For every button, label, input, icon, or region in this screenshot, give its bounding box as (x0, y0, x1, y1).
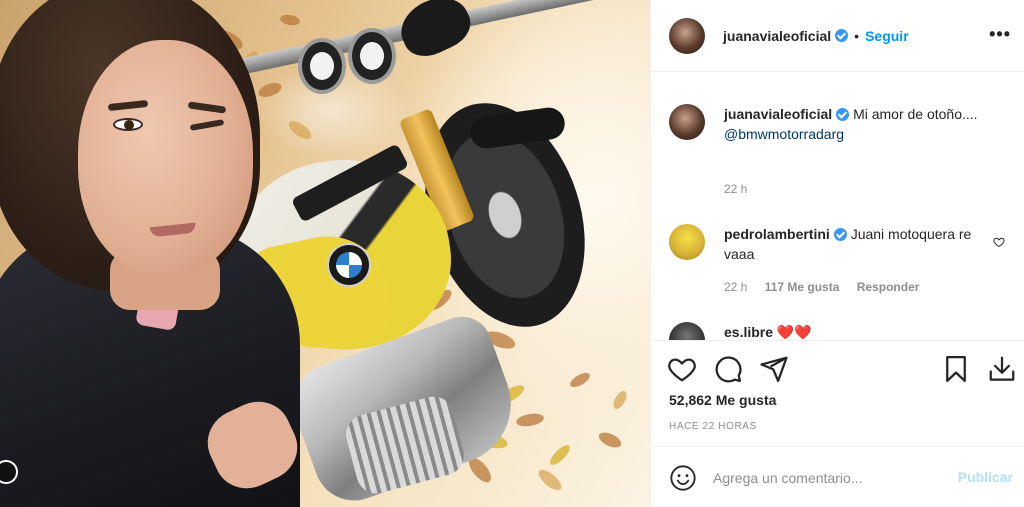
bookmark-icon[interactable] (941, 354, 971, 384)
caption-text: Mi amor de otoño.... (853, 106, 978, 122)
share-icon[interactable] (759, 354, 789, 384)
post-photo[interactable] (0, 0, 650, 507)
add-comment-bar: Publicar (651, 446, 1024, 507)
caption-avatar[interactable] (669, 104, 705, 140)
download-icon[interactable] (987, 354, 1017, 384)
emoji-icon[interactable] (669, 464, 697, 492)
comments-list[interactable]: juanavialeoficial Mi amor de otoño.... @… (651, 72, 1024, 340)
commenter-avatar[interactable] (669, 224, 705, 260)
post-actions: 52,862 Me gusta HACE 22 HORAS (651, 340, 1024, 446)
speedometer-gauge (298, 38, 346, 94)
header-separator: • (854, 27, 860, 44)
likes-count[interactable]: 52,862 Me gusta (669, 392, 776, 408)
comment-input[interactable] (713, 465, 943, 491)
author-username[interactable]: juanavialeoficial (723, 28, 831, 44)
caption-time[interactable]: 22 h (724, 182, 747, 196)
verified-badge-icon (836, 108, 850, 121)
caption-meta: 22 h (724, 182, 761, 196)
post-header: juanavialeoficial • Seguir ••• (651, 0, 1024, 72)
reply-button[interactable]: Responder (857, 280, 920, 294)
publish-button[interactable]: Publicar (958, 469, 1013, 485)
follow-button[interactable]: Seguir (865, 28, 909, 44)
caption-mention[interactable]: @bmwmotorradarg (724, 126, 844, 142)
comment-time[interactable]: 22 h (724, 280, 747, 294)
commenter-username[interactable]: pedrolambertini (724, 226, 830, 242)
face (78, 40, 253, 275)
author-avatar[interactable] (669, 17, 705, 54)
caption-body: juanavialeoficial Mi amor de otoño.... @… (724, 104, 999, 144)
commenter-username[interactable]: es.libre (724, 324, 773, 340)
tachometer-gauge (348, 28, 396, 84)
bmw-logo-icon (327, 243, 371, 287)
post-timestamp[interactable]: HACE 22 HORAS (669, 421, 757, 432)
comment-text: ❤️❤️ (776, 324, 812, 340)
comment-meta: 22 h 117 Me gusta Responder (724, 280, 933, 294)
like-comment-heart-icon[interactable] (993, 236, 1005, 248)
post-sidebar: juanavialeoficial • Seguir ••• juanavial… (650, 0, 1024, 507)
caption-username[interactable]: juanavialeoficial (724, 106, 832, 122)
heart-icon[interactable] (667, 354, 697, 384)
commenter-avatar[interactable] (669, 322, 705, 340)
comment-body: pedrolambertini Juani motoquera re vaaa (724, 224, 999, 264)
verified-badge-icon (833, 228, 847, 241)
more-options-icon[interactable]: ••• (989, 25, 1011, 43)
comment-body: es.libre ❤️❤️ (724, 322, 999, 340)
comment-likes[interactable]: 117 Me gusta (765, 280, 840, 294)
comment-icon[interactable] (713, 354, 743, 384)
eye-open (113, 118, 143, 131)
verified-badge-icon (835, 29, 849, 42)
